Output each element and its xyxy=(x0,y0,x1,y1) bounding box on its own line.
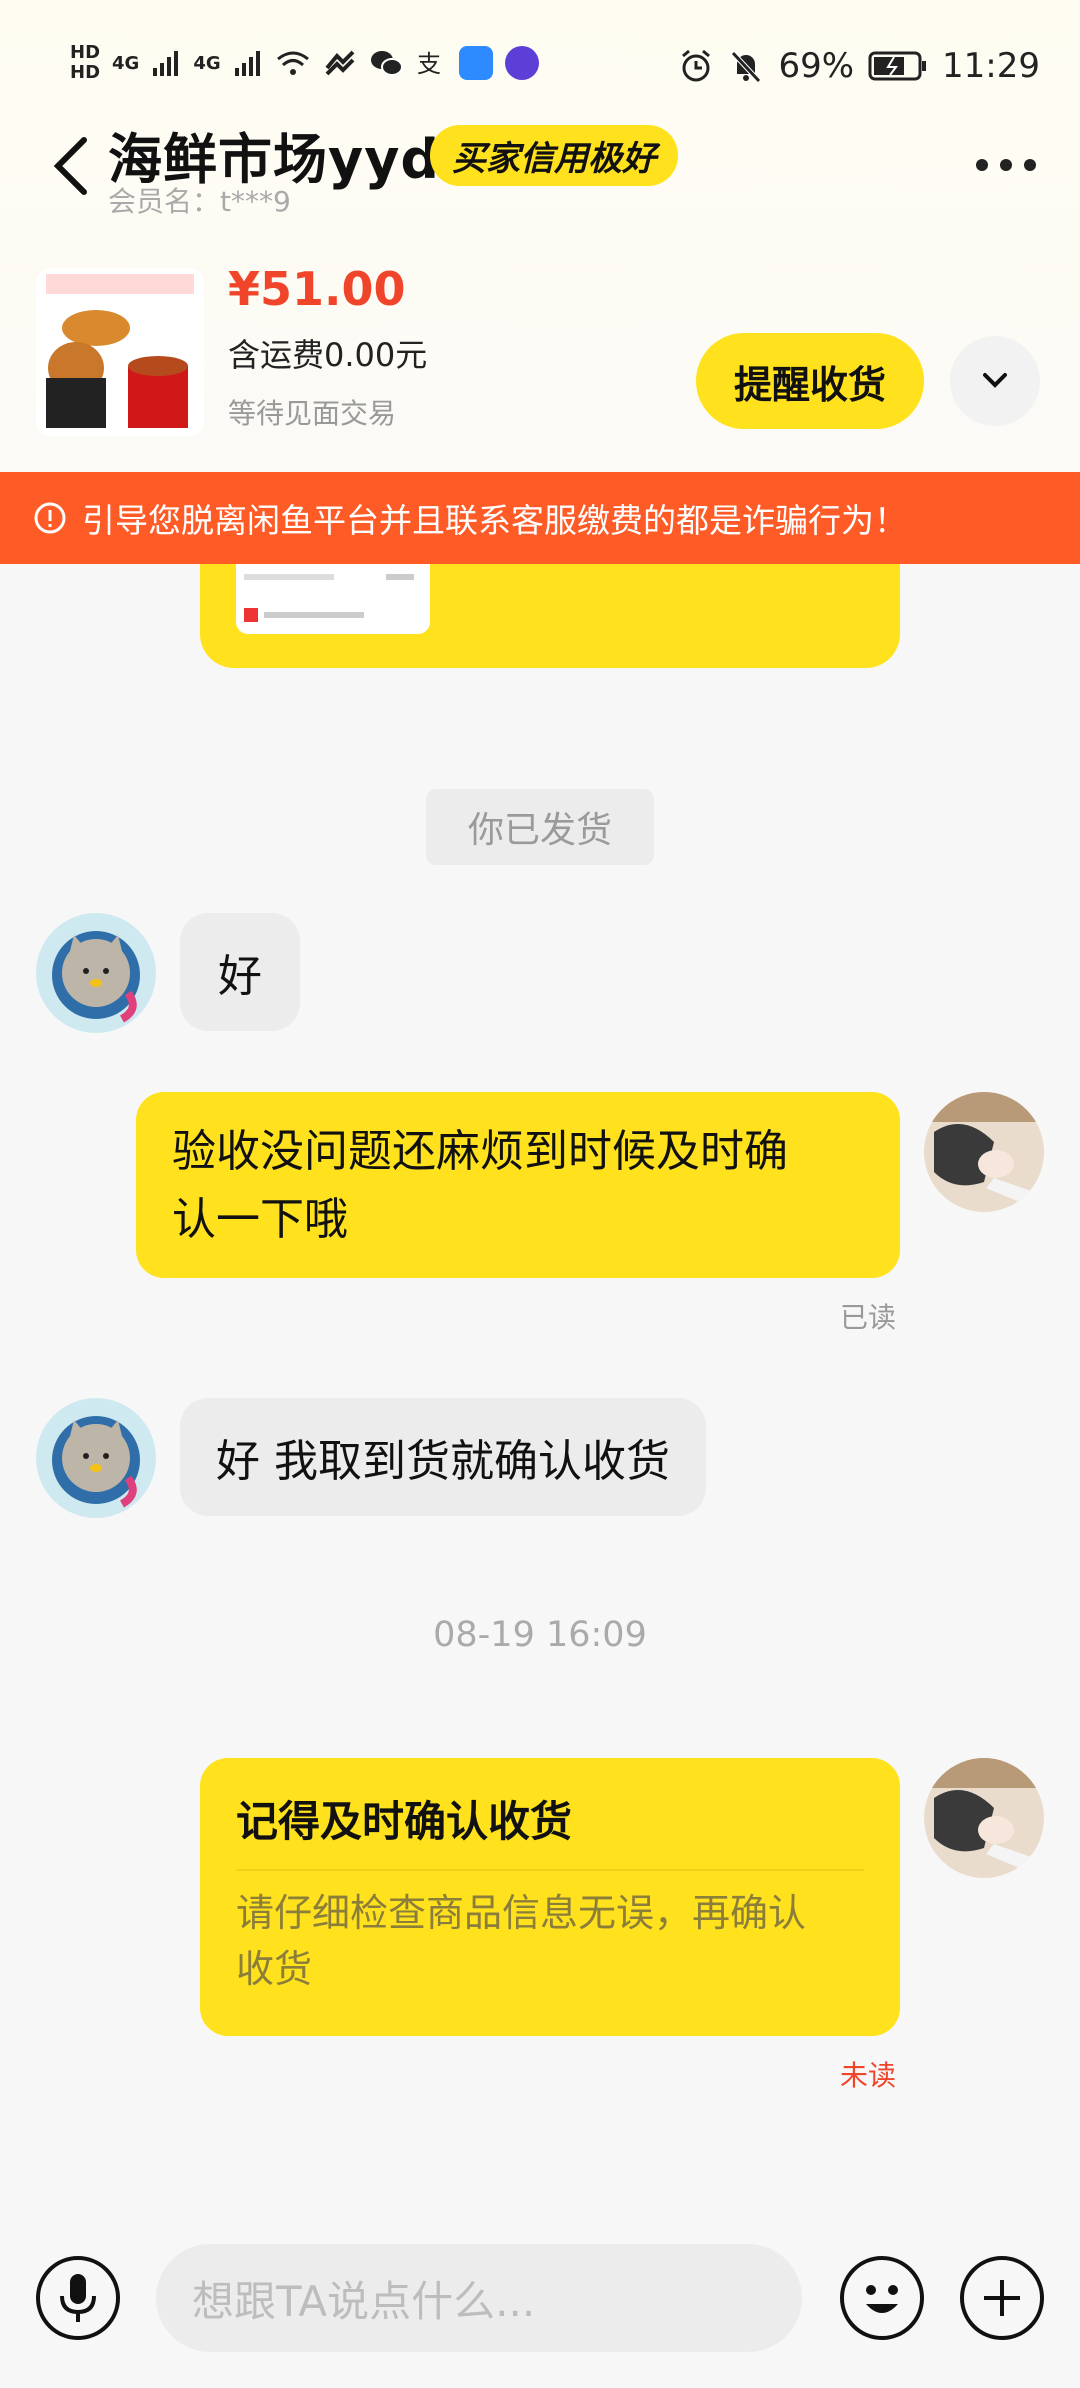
network2-label: 4G xyxy=(193,52,221,74)
hd1-label: HD xyxy=(70,42,101,63)
screenshot-thumbnail xyxy=(244,574,414,622)
battery-icon xyxy=(868,51,927,81)
status-left: HD HD 4G 4G 支 xyxy=(70,38,539,88)
message-text: 好 我取到货就确认收货 xyxy=(216,1436,670,1487)
card-title: 记得及时确认收货 xyxy=(236,1797,573,1846)
more-options-button[interactable] xyxy=(976,150,1036,180)
status-bar: HD HD 4G 4G 支 69% 11:29 xyxy=(0,0,1080,130)
alarm-icon xyxy=(682,49,711,82)
freight-info: 含运费0.00元 xyxy=(228,336,428,374)
member-name: 会员名：t***9 xyxy=(108,185,291,218)
svg-text:支: 支 xyxy=(417,50,441,78)
card-divider xyxy=(236,1869,864,1871)
signal2-icon xyxy=(234,51,260,76)
message-text-line2: 认一下哦 xyxy=(172,1194,348,1245)
read-status: 已读 xyxy=(840,1301,897,1334)
chevron-down-icon xyxy=(983,373,1007,388)
fraud-warning-banner: 引导您脱离闲鱼平台并且联系客服缴费的都是诈骗行为！ xyxy=(0,472,1080,564)
dot-icon xyxy=(1024,159,1036,171)
hd2-label: HD xyxy=(70,62,101,83)
plus-icon xyxy=(984,2280,1020,2316)
credit-badge: 买家信用极好 xyxy=(430,125,678,186)
link-icon xyxy=(325,50,355,76)
clock: 11:29 xyxy=(942,46,1040,86)
product-price: ¥51.00 xyxy=(228,262,406,316)
dot-icon xyxy=(976,159,988,171)
girl-avatar-icon xyxy=(924,1758,1044,1878)
status-right: 69% 11:29 xyxy=(678,38,1040,94)
seller-avatar[interactable] xyxy=(924,1758,1044,1878)
previous-image-preview[interactable] xyxy=(236,560,430,634)
expand-button[interactable] xyxy=(950,336,1040,426)
message-text: 好 xyxy=(218,951,262,1002)
message-bubble-received[interactable]: 好 我取到货就确认收货 xyxy=(180,1398,706,1516)
buyer-avatar[interactable] xyxy=(36,913,156,1033)
signal1-icon xyxy=(153,51,179,76)
order-status: 等待见面交易 xyxy=(228,397,397,430)
mute-bell-icon xyxy=(731,51,762,83)
cat-avatar-icon xyxy=(36,1398,156,1518)
alipay-icon: 支 xyxy=(417,50,441,78)
product-thumbnail[interactable] xyxy=(36,268,204,436)
app-notification-icon xyxy=(458,46,493,80)
buyer-avatar[interactable] xyxy=(36,1398,156,1518)
message-bubble-received[interactable]: 好 xyxy=(180,913,300,1031)
battery-percent: 69% xyxy=(778,46,855,86)
message-bubble-sent[interactable]: 验收没问题还麻烦到时候及时确 认一下哦 xyxy=(136,1092,900,1278)
smiley-icon xyxy=(866,2285,898,2313)
confirm-receipt-card[interactable]: 记得及时确认收货 请仔细检查商品信息无误，再确认 收货 xyxy=(200,1758,900,2036)
network1-label: 4G xyxy=(112,52,140,74)
dot-icon xyxy=(1000,159,1012,171)
message-timestamp: 08-19 16:09 xyxy=(433,1615,647,1655)
card-subtitle-line2: 收货 xyxy=(236,1947,313,1991)
girl-avatar-icon xyxy=(924,1092,1044,1212)
microphone-icon xyxy=(60,2274,96,2322)
input-placeholder: 想跟TA说点什么... xyxy=(192,2276,536,2326)
hd-indicators: HD HD xyxy=(70,43,100,83)
card-subtitle-line1: 请仔细检查商品信息无误，再确认 xyxy=(236,1891,807,1935)
back-arrow-icon xyxy=(53,137,87,195)
more-actions-button[interactable] xyxy=(960,2256,1044,2340)
product-image xyxy=(36,268,204,436)
wechat-icon xyxy=(370,51,403,76)
remind-receipt-button[interactable]: 提醒收货 xyxy=(696,333,924,429)
cat-avatar-icon xyxy=(36,913,156,1033)
app-notification2-icon xyxy=(504,46,539,80)
seller-avatar[interactable] xyxy=(924,1092,1044,1212)
message-text-line1: 验收没问题还麻烦到时候及时确 xyxy=(172,1126,788,1177)
emoji-button[interactable] xyxy=(840,2256,924,2340)
back-button[interactable] xyxy=(40,120,100,210)
wifi-icon xyxy=(276,51,309,75)
voice-input-button[interactable] xyxy=(36,2256,120,2340)
system-message: 你已发货 xyxy=(426,789,654,865)
unread-status: 未读 xyxy=(840,2059,897,2092)
warning-text: 引导您脱离闲鱼平台并且联系客服缴费的都是诈骗行为！ xyxy=(82,501,907,540)
warning-icon xyxy=(34,502,66,534)
message-input[interactable]: 想跟TA说点什么... xyxy=(156,2244,802,2352)
